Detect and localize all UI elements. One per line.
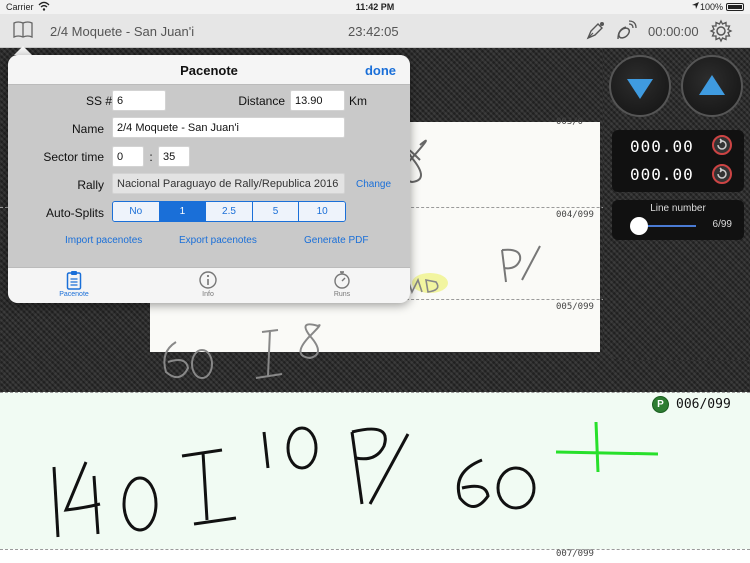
line-number-value: 6/99 (712, 219, 732, 230)
distance-unit: Km (349, 94, 367, 108)
rally-name-field: Nacional Paraguayo de Rally/Republica 20… (112, 173, 345, 194)
autosplit-option-5[interactable]: 5 (251, 202, 299, 221)
ss-number-field[interactable]: 6 (112, 90, 166, 111)
gear-icon[interactable] (709, 19, 733, 48)
export-pacenotes-button[interactable]: Export pacenotes (179, 235, 257, 246)
rally-label: Rally (77, 178, 104, 192)
autosplit-option-10[interactable]: 10 (298, 202, 345, 221)
book-icon[interactable] (12, 20, 34, 45)
satellite-icon[interactable] (614, 19, 638, 48)
arrow-down-icon (627, 79, 653, 99)
name-label: Name (71, 122, 104, 136)
popover-header: Pacenote done (8, 55, 410, 85)
generate-pdf-button[interactable]: Generate PDF (304, 235, 368, 246)
location-icon (691, 1, 700, 12)
clock-display: 23:42:05 (348, 24, 399, 39)
autosplit-option-1[interactable]: 1 (158, 202, 206, 221)
autosplit-option-no[interactable]: No (113, 202, 159, 221)
pen-icon[interactable] (584, 20, 606, 47)
clipboard-icon (66, 271, 82, 290)
line-number-title: Line number (650, 203, 706, 214)
line-number-slider-thumb[interactable] (629, 217, 648, 235)
distance-label: Distance (238, 94, 285, 108)
line-number-label: 007/099 (556, 549, 594, 559)
sector-separator: : (149, 150, 153, 164)
next-pacenote-line[interactable] (0, 549, 750, 563)
reset-odometer-2-button[interactable] (712, 164, 732, 184)
pacenote-popover: Pacenote done SS # 6 Distance 13.90 Km N… (8, 55, 410, 303)
tab-pacenote[interactable]: Pacenote (34, 270, 114, 298)
battery-percent: 100% (699, 2, 723, 12)
stage-timer: 00:00:00 (648, 24, 699, 39)
stage-name-field[interactable]: 2/4 Moquete - San Juan'i (112, 117, 345, 138)
reset-odometer-1-button[interactable] (712, 135, 732, 155)
import-pacenotes-button[interactable]: Import pacenotes (65, 235, 142, 246)
stopwatch-icon (334, 271, 350, 289)
odometer-panel: 000.00 000.00 (612, 130, 744, 192)
autosplits-label: Auto-Splits (45, 206, 104, 220)
popover-arrow (14, 46, 32, 55)
odometer-value-1: 000.00 (630, 137, 694, 156)
sector-seconds-field[interactable]: 35 (158, 146, 190, 167)
battery-icon (726, 3, 744, 11)
tab-info[interactable]: Info (168, 270, 248, 298)
ss-label: SS # (85, 94, 112, 108)
autosplit-option-2-5[interactable]: 2.5 (205, 202, 252, 221)
tab-label: Pacenote (59, 291, 89, 298)
reset-icon (717, 138, 727, 150)
distance-field[interactable]: 13.90 (290, 90, 345, 111)
sector-minutes-field[interactable]: 0 (112, 146, 144, 167)
line-number-control: Line number 6/99 (612, 200, 744, 240)
tab-runs[interactable]: Runs (302, 270, 382, 298)
done-button[interactable]: done (365, 63, 396, 78)
arrow-up-icon (699, 75, 725, 95)
nav-bar: 2/4 Moquete - San Juan'i 23:42:05 00:00:… (0, 14, 750, 48)
popover-tab-bar: Pacenote Info Runs (8, 267, 410, 303)
handwritten-notes-current (52, 421, 659, 538)
change-rally-button[interactable]: Change (356, 179, 391, 190)
stage-title: 2/4 Moquete - San Juan'i (50, 24, 195, 39)
sector-time-label: Sector time (43, 150, 104, 164)
status-bar: Carrier 11:42 PM 100% (0, 0, 750, 14)
status-time: 11:42 PM (355, 2, 395, 12)
popover-title: Pacenote (180, 63, 238, 78)
autosplits-segmented-control: No 1 2.5 5 10 (112, 201, 346, 222)
tab-label: Info (202, 291, 214, 298)
tab-label: Runs (333, 291, 351, 298)
odometer-value-2: 000.00 (630, 165, 694, 184)
reset-icon (717, 167, 727, 179)
next-line-button[interactable] (609, 55, 671, 117)
info-icon (199, 271, 217, 289)
previous-line-button[interactable] (681, 55, 743, 117)
